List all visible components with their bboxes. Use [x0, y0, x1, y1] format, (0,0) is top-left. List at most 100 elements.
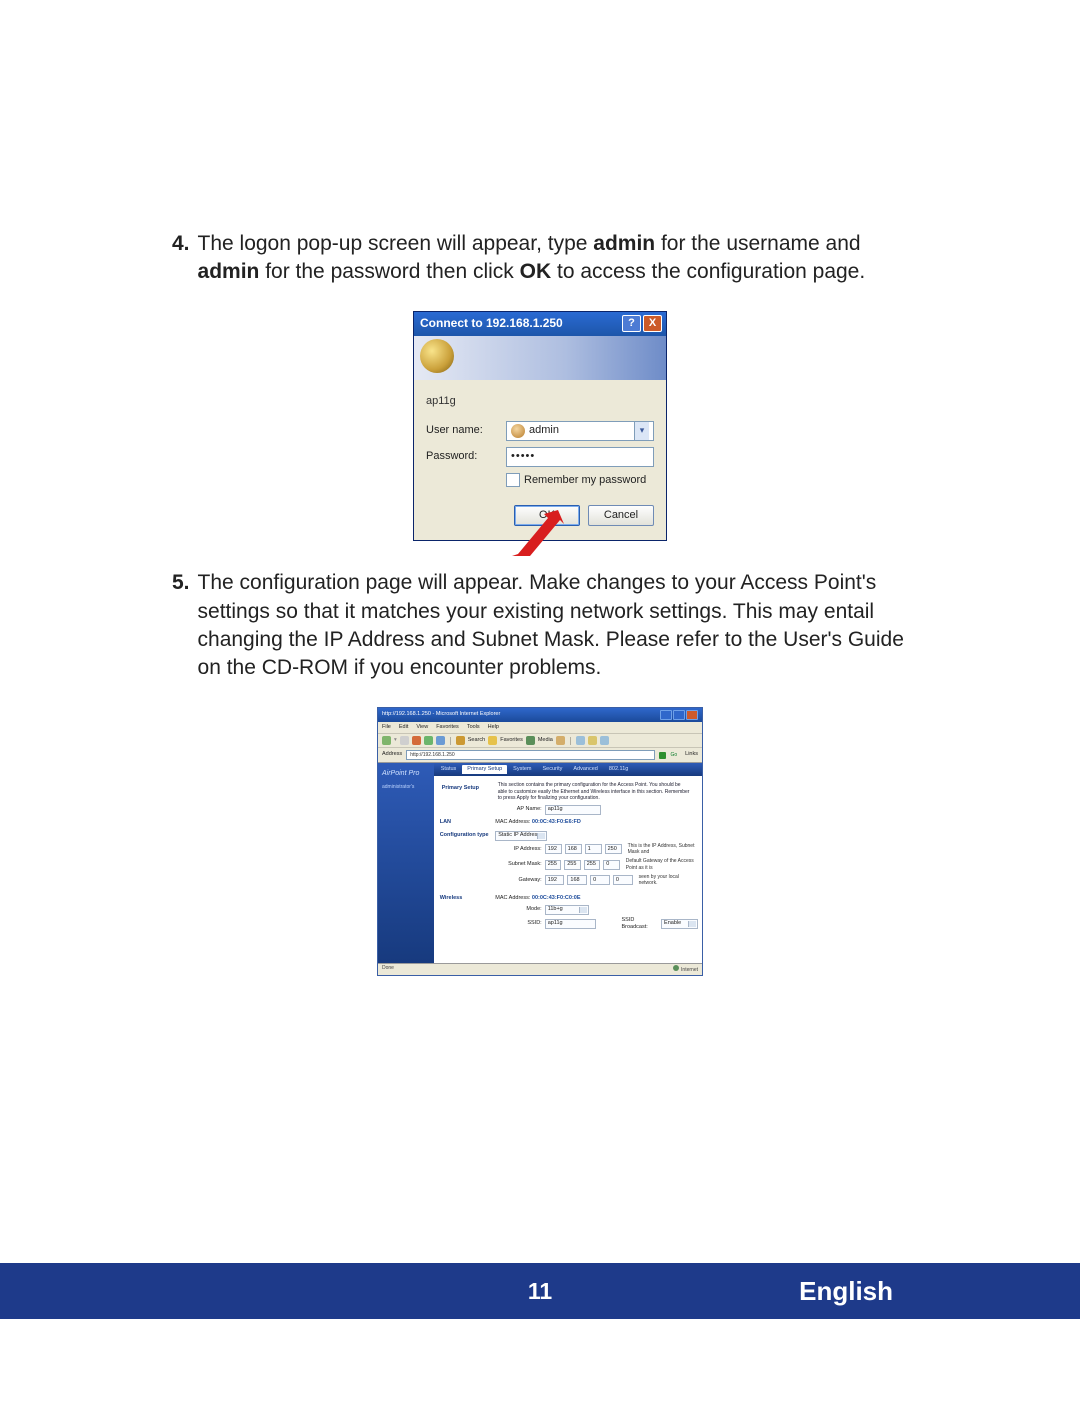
cfg-type-value: Static IP Address: [498, 832, 540, 839]
step4-ok: OK: [520, 260, 552, 283]
favorites-icon[interactable]: [488, 736, 497, 745]
auth-realm: ap11g: [426, 394, 654, 409]
cfg-type-select[interactable]: Static IP Address: [495, 831, 547, 841]
step4-t3: for the password then click: [259, 260, 519, 283]
ip-octet-2[interactable]: 168: [565, 844, 582, 854]
ssid-input[interactable]: ap11g: [545, 919, 596, 929]
tab-primary-setup[interactable]: Primary Setup: [462, 765, 507, 774]
gw-octet-4[interactable]: 0: [613, 875, 633, 885]
step4-t2: for the username and: [655, 232, 860, 255]
mask-octet-1[interactable]: 255: [545, 860, 562, 870]
username-label: User name:: [426, 423, 506, 438]
step-4-text: The logon pop-up screen will appear, typ…: [198, 230, 908, 287]
minimize-icon[interactable]: [660, 710, 672, 720]
page-language: English: [799, 1276, 893, 1306]
ie-statusbar: Done Internet: [378, 963, 702, 975]
tab-system[interactable]: System: [508, 765, 536, 774]
menu-view[interactable]: View: [416, 724, 428, 731]
mask-octet-3[interactable]: 255: [584, 860, 601, 870]
history-icon[interactable]: [556, 736, 565, 745]
menu-edit[interactable]: Edit: [399, 724, 408, 731]
stop-icon[interactable]: [412, 736, 421, 745]
mask-label: Subnet Mask:: [496, 861, 542, 868]
remember-password-checkbox[interactable]: [506, 473, 520, 487]
menu-help[interactable]: Help: [488, 724, 499, 731]
chevron-down-icon[interactable]: ▾: [634, 422, 649, 440]
mask-octet-4[interactable]: 0: [603, 860, 620, 870]
ip-octet-1[interactable]: 192: [545, 844, 562, 854]
tab-80211g[interactable]: 802.11g: [604, 765, 633, 774]
sidebar-logo: AirPoint Pro: [382, 769, 430, 778]
cancel-button[interactable]: Cancel: [588, 505, 654, 526]
auth-dialog-banner: [414, 336, 666, 380]
refresh-icon[interactable]: [424, 736, 433, 745]
home-icon[interactable]: [436, 736, 445, 745]
section-description: Primary Setup This section contains the …: [498, 782, 690, 801]
menu-favorites[interactable]: Favorites: [436, 724, 459, 731]
menu-tools[interactable]: Tools: [467, 724, 480, 731]
maximize-icon[interactable]: [673, 710, 685, 720]
mail-icon[interactable]: [576, 736, 585, 745]
tab-advanced[interactable]: Advanced: [568, 765, 602, 774]
keys-icon: [420, 339, 454, 373]
address-value: http://192.168.1.250: [410, 752, 454, 759]
wireless-mac-value: 00:0C:43:F0:C0:0E: [532, 895, 581, 901]
password-label: Password:: [426, 449, 506, 464]
page-number: 11: [528, 1278, 552, 1305]
close-icon[interactable]: X: [643, 315, 662, 332]
address-input[interactable]: http://192.168.1.250: [406, 750, 655, 760]
step-5-number: 5.: [172, 569, 198, 682]
print-icon[interactable]: [588, 736, 597, 745]
step4-admin2: admin: [198, 260, 260, 283]
ie-status-left: Done: [382, 965, 394, 974]
ie-status-right: Internet: [681, 967, 698, 973]
ssid-broadcast-label: SSID Broadcast:: [621, 917, 658, 932]
mask-octet-2[interactable]: 255: [564, 860, 581, 870]
ie-window: http://192.168.1.250 - Microsoft Interne…: [377, 707, 703, 976]
figure-auth-dialog: Connect to 192.168.1.250 ? X ap11g User …: [172, 311, 908, 542]
ip-note: This is the IP Address, Subnet Mask and: [628, 843, 698, 857]
user-icon: [511, 424, 525, 438]
ap-name-input[interactable]: ap11g: [545, 805, 601, 815]
auth-dialog: Connect to 192.168.1.250 ? X ap11g User …: [413, 311, 667, 542]
mode-select[interactable]: 11b+g: [545, 905, 589, 915]
forward-icon[interactable]: [400, 736, 409, 745]
section-description-text: This section contains the primary config…: [498, 782, 690, 801]
ok-button[interactable]: OK: [514, 505, 580, 526]
ip-octet-4[interactable]: 250: [605, 844, 622, 854]
step-5: 5. The configuration page will appear. M…: [172, 569, 908, 682]
back-icon[interactable]: [382, 736, 391, 745]
ap-name-label: AP Name:: [496, 806, 542, 813]
ie-close-icon[interactable]: [686, 710, 698, 720]
media-icon[interactable]: [526, 736, 535, 745]
config-sidebar: AirPoint Pro administrator's: [378, 763, 434, 963]
mode-label: Mode:: [496, 906, 542, 913]
config-tabs: Status Primary Setup System Security Adv…: [434, 763, 702, 776]
search-icon[interactable]: [456, 736, 465, 745]
auth-dialog-titlebar: Connect to 192.168.1.250 ? X: [414, 312, 666, 336]
password-field[interactable]: •••••: [506, 447, 654, 467]
step-4: 4. The logon pop-up screen will appear, …: [172, 230, 908, 287]
menu-file[interactable]: File: [382, 724, 391, 731]
tab-status[interactable]: Status: [436, 765, 462, 774]
gw-note: seen by your local network.: [639, 874, 698, 888]
ssid-label: SSID:: [496, 920, 542, 927]
mask-note: Default Gateway of the Access Point as i…: [626, 858, 698, 872]
lan-section-label: LAN: [440, 819, 494, 826]
internet-zone-icon: [673, 965, 679, 971]
gw-octet-3[interactable]: 0: [590, 875, 610, 885]
step4-t4: to access the configuration page.: [551, 260, 865, 283]
mode-value: 11b+g: [548, 906, 563, 913]
gw-octet-1[interactable]: 192: [545, 875, 565, 885]
ssid-broadcast-select[interactable]: Enable: [661, 919, 698, 929]
ip-octet-3[interactable]: 1: [585, 844, 602, 854]
username-field[interactable]: admin ▾: [506, 421, 654, 441]
edit-icon[interactable]: [600, 736, 609, 745]
go-icon[interactable]: [659, 752, 666, 759]
tab-security[interactable]: Security: [538, 765, 568, 774]
ip-label: IP Address:: [496, 846, 542, 853]
help-icon[interactable]: ?: [622, 315, 641, 332]
gw-octet-2[interactable]: 168: [567, 875, 587, 885]
page-footer: 11 English: [0, 1263, 1080, 1319]
ie-title-text: http://192.168.1.250 - Microsoft Interne…: [382, 711, 500, 718]
